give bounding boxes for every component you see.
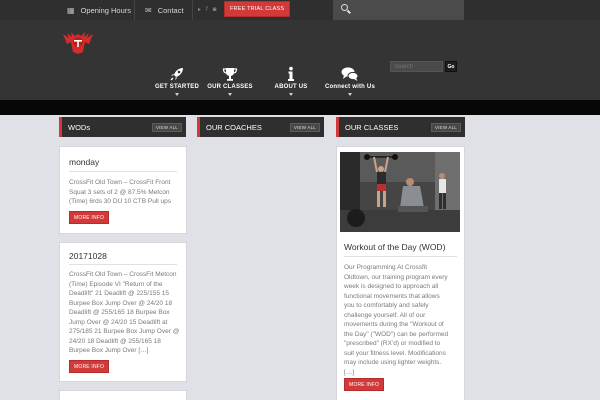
- chevron-down-icon: [348, 93, 352, 96]
- opening-hours-link[interactable]: ▦ Opening Hours: [67, 0, 131, 20]
- class-excerpt: Our Programming At Crossfit Oldtown, our…: [344, 263, 448, 377]
- text-line: Deadlift" 21 Deadlift @ 225/155 15: [69, 290, 169, 297]
- text-line: Jump Over @ 24/20 15 Deadlift at: [69, 318, 168, 326]
- more-info-button[interactable]: MORE INFO: [69, 360, 110, 373]
- accent-bar: [197, 117, 200, 137]
- accent-bar: [59, 117, 62, 137]
- text-line: (Time) 6rds 30 DU 10 CTB Pull ups: [69, 198, 171, 205]
- search-icon: [341, 4, 348, 11]
- wod-title[interactable]: 20171028: [69, 251, 107, 261]
- text-line: "prescribed" (RX'd) or modified to: [344, 340, 441, 347]
- calendar-icon: ▦: [67, 5, 75, 15]
- wod-excerpt: CrossFit Old Town – CrossFit Metcon (Tim…: [69, 270, 179, 356]
- nav-label: ABOUT US: [274, 84, 308, 90]
- top-bar: ▦ Opening Hours ✉ Contact ▸ f ◙ FREE TRI…: [0, 0, 600, 20]
- text-line: suit your fitness level. Modifications: [344, 349, 446, 357]
- more-info-button[interactable]: MORE INFO: [69, 211, 110, 224]
- crossfit-logo[interactable]: [61, 32, 95, 54]
- text-line: Our Programming At Crossfit: [344, 264, 428, 271]
- text-line: Burpee Box Jump Over @ 24/20 18: [69, 299, 173, 307]
- coaches-header: OUR COACHES VIEW ALL: [197, 117, 324, 137]
- header-strip: [0, 100, 600, 115]
- nav-our-classes[interactable]: OUR CLASSES: [201, 66, 259, 96]
- nav-label: OUR CLASSES: [207, 84, 253, 90]
- instagram-icon[interactable]: ◙: [213, 6, 217, 14]
- nav-connect-with-us[interactable]: Connect with Us: [318, 66, 382, 96]
- more-info-button[interactable]: MORE INFO: [344, 378, 385, 391]
- divider: [69, 171, 177, 172]
- divider: [69, 264, 177, 265]
- chat-icon: [318, 66, 382, 83]
- contact-label: Contact: [157, 5, 184, 15]
- class-title[interactable]: Workout of the Day (WOD): [344, 242, 445, 252]
- classes-header: OUR CLASSES VIEW ALL: [336, 117, 465, 137]
- rocket-icon: [148, 66, 206, 83]
- nav-get-started[interactable]: GET STARTED: [148, 66, 206, 96]
- top-search-button[interactable]: [333, 0, 464, 20]
- wods-header: WODs VIEW ALL: [59, 117, 186, 137]
- info-icon: [262, 66, 320, 83]
- social-links: ▸ f ◙: [198, 6, 216, 14]
- text-line: challenge yourself. All of our: [344, 311, 426, 319]
- chevron-down-icon: [289, 93, 293, 96]
- wod-title[interactable]: monday: [69, 157, 99, 167]
- nav-label: Connect with Us: [324, 84, 375, 90]
- text-line: […]: [344, 368, 355, 376]
- text-line: movements during the "Workout of: [344, 321, 444, 328]
- nav-about-us[interactable]: ABOUT US: [262, 66, 320, 96]
- classes-view-all-button[interactable]: VIEW ALL: [430, 123, 461, 132]
- text-line: week is designed to approach all: [344, 283, 439, 290]
- text-line: Squat 3 sets of 2 @ 87.5% Metcon: [69, 188, 170, 196]
- youtube-icon[interactable]: ▸: [198, 6, 201, 14]
- divider: [134, 0, 135, 20]
- text-line: 24/20 18 Deadlift @ 255/165 18: [69, 337, 161, 345]
- nav-label: GET STARTED: [154, 84, 200, 90]
- text-line: functional movements that allows: [344, 292, 440, 300]
- classes-title: OUR CLASSES: [345, 122, 399, 132]
- trophy-icon: [201, 66, 259, 83]
- envelope-icon: ✉: [145, 5, 152, 15]
- coaches-view-all-button[interactable]: VIEW ALL: [289, 123, 320, 132]
- text-line: Burpee Box Jump Over […]: [69, 347, 149, 354]
- text-line: 275/185 21 Burpee Box Jump Over @: [69, 328, 180, 335]
- search-go-button[interactable]: Go: [445, 61, 457, 72]
- text-line: CrossFit Old Town – CrossFit Front: [69, 179, 171, 186]
- text-line: CrossFit Old Town – CrossFit Metcon: [69, 271, 177, 278]
- free-trial-button[interactable]: FREE TRIAL CLASS: [224, 1, 291, 17]
- search-input[interactable]: [390, 61, 443, 72]
- chevron-down-icon: [228, 93, 232, 96]
- wod-card: 20171028 CrossFit Old Town – CrossFit Me…: [59, 242, 187, 382]
- text-line: may include using lighter weights.: [344, 359, 442, 366]
- wod-card: monday CrossFit Old Town – CrossFit Fron…: [59, 146, 187, 234]
- text-line: the Day" ("WOD") can be performed: [344, 330, 449, 338]
- opening-hours-label: Opening Hours: [80, 5, 132, 15]
- wods-view-all-button[interactable]: VIEW ALL: [151, 123, 182, 132]
- text-line: you to comfortably and safely: [344, 302, 429, 309]
- wod-excerpt: CrossFit Old Town – CrossFit Front Squat…: [69, 178, 171, 207]
- chevron-down-icon: [175, 93, 179, 96]
- facebook-icon[interactable]: f: [206, 6, 208, 14]
- text-line: Deadlift @ 255/165 18 Burpee Box: [69, 309, 170, 316]
- coaches-title: OUR COACHES: [206, 122, 262, 132]
- accent-bar: [336, 117, 339, 137]
- text-line: (Time) Episode VI "Return of the: [69, 280, 163, 288]
- wod-card: [59, 390, 187, 400]
- contact-link[interactable]: ✉ Contact: [145, 0, 184, 20]
- wods-title: WODs: [68, 122, 91, 132]
- class-photo[interactable]: [340, 152, 460, 232]
- divider: [192, 0, 193, 20]
- text-line: Oldtown, our training program every: [344, 273, 448, 281]
- divider: [344, 256, 457, 257]
